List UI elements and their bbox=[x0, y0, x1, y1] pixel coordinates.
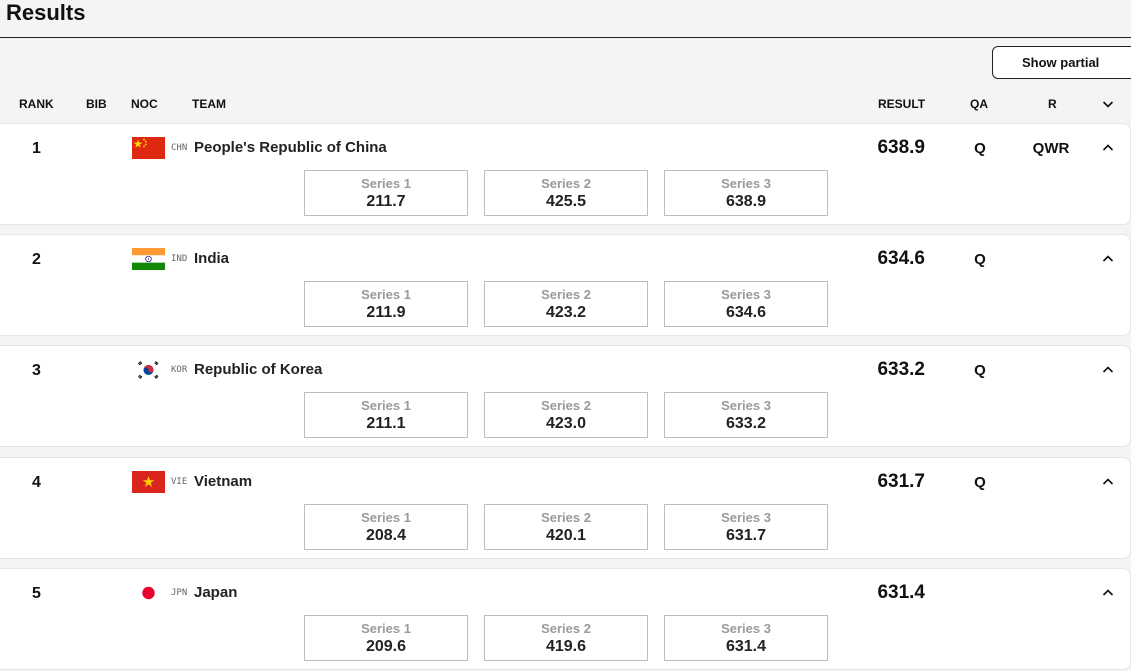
column-header-team[interactable]: TEAM bbox=[192, 97, 226, 111]
team-name[interactable]: Japan bbox=[194, 584, 237, 602]
series-value: 211.7 bbox=[366, 193, 406, 210]
team-name[interactable]: India bbox=[194, 250, 229, 268]
collapse-chevron-up-icon[interactable] bbox=[1100, 251, 1116, 267]
result-value: 633.2 bbox=[877, 359, 925, 380]
series-value: 631.4 bbox=[725, 638, 767, 655]
rank-value: 5 bbox=[32, 585, 41, 602]
series-label: Series 1 bbox=[361, 176, 411, 191]
series-1-box: Series 1 211.1 bbox=[304, 392, 468, 438]
series-label: Series 3 bbox=[721, 176, 771, 191]
qa-value: Q bbox=[974, 362, 986, 379]
noc-code: VIE bbox=[171, 477, 188, 487]
series-label: Series 1 bbox=[361, 621, 411, 636]
series-3-box: Series 3 634.6 bbox=[664, 281, 828, 327]
result-row-chn[interactable]: 1 CHN People's Republic of China 638.9 Q… bbox=[0, 123, 1131, 225]
column-header-noc[interactable]: NOC bbox=[131, 97, 158, 111]
series-value: 423.2 bbox=[545, 304, 587, 321]
series-2-box: Series 2 419.6 bbox=[484, 615, 648, 661]
column-header-result[interactable]: RESULT bbox=[878, 97, 925, 111]
series-label: Series 1 bbox=[361, 287, 411, 302]
result-row-kor[interactable]: 3 KOR Republic of Korea 633.2 Q Series 1… bbox=[0, 345, 1131, 447]
series-label: Series 3 bbox=[721, 510, 771, 525]
series-label: Series 2 bbox=[541, 398, 591, 413]
expand-all-chevron-down-icon[interactable] bbox=[1100, 96, 1116, 112]
series-3-box: Series 3 633.2 bbox=[664, 392, 828, 438]
series-value: 634.6 bbox=[725, 304, 767, 321]
series-3-box: Series 3 631.7 bbox=[664, 504, 828, 550]
flag-vie-icon bbox=[132, 471, 165, 493]
series-value: 420.1 bbox=[545, 527, 587, 544]
series-2-box: Series 2 423.2 bbox=[484, 281, 648, 327]
qa-value: Q bbox=[974, 474, 986, 491]
series-value: 208.4 bbox=[365, 527, 407, 544]
series-1-box: Series 1 211.9 bbox=[304, 281, 468, 327]
series-label: Series 2 bbox=[541, 287, 591, 302]
series-3-box: Series 3 638.9 bbox=[664, 170, 828, 216]
team-name[interactable]: Vietnam bbox=[194, 473, 252, 491]
rank-value: 1 bbox=[32, 140, 41, 157]
qa-value: Q bbox=[974, 140, 986, 157]
series-label: Series 3 bbox=[721, 398, 771, 413]
result-value: 638.9 bbox=[877, 137, 925, 158]
series-2-box: Series 2 425.5 bbox=[484, 170, 648, 216]
result-row-ind[interactable]: 2 IND India 634.6 Q Series 1 211.9 Serie… bbox=[0, 234, 1131, 336]
collapse-chevron-up-icon[interactable] bbox=[1100, 140, 1116, 156]
title-divider bbox=[0, 37, 1131, 38]
rank-value: 3 bbox=[32, 362, 41, 379]
series-label: Series 2 bbox=[541, 510, 591, 525]
series-label: Series 1 bbox=[361, 398, 411, 413]
series-value: 209.6 bbox=[365, 638, 407, 655]
series-value: 211.9 bbox=[366, 304, 406, 321]
flag-ind-icon bbox=[132, 248, 165, 270]
series-label: Series 3 bbox=[721, 287, 771, 302]
page-title: Results bbox=[6, 0, 86, 25]
series-1-box: Series 1 209.6 bbox=[304, 615, 468, 661]
result-row-jpn[interactable]: 5 JPN Japan 631.4 Series 1 209.6 Series … bbox=[0, 568, 1131, 670]
result-value: 631.4 bbox=[877, 582, 925, 603]
series-value: 631.7 bbox=[725, 527, 767, 544]
series-label: Series 2 bbox=[541, 176, 591, 191]
series-2-box: Series 2 423.0 bbox=[484, 392, 648, 438]
noc-code: KOR bbox=[171, 365, 188, 375]
series-value: 419.6 bbox=[545, 638, 587, 655]
series-value: 633.2 bbox=[725, 415, 767, 432]
record-value: QWR bbox=[1032, 140, 1070, 157]
series-value: 423.0 bbox=[545, 415, 587, 432]
noc-code: IND bbox=[171, 254, 188, 264]
column-header-qa[interactable]: QA bbox=[970, 97, 988, 111]
result-row-vie[interactable]: 4 VIE Vietnam 631.7 Q Series 1 208.4 Ser… bbox=[0, 457, 1131, 559]
rank-value: 4 bbox=[32, 474, 41, 491]
series-value: 211.1 bbox=[366, 415, 406, 432]
team-name[interactable]: People's Republic of China bbox=[194, 139, 387, 157]
series-value: 638.9 bbox=[725, 193, 767, 210]
noc-code: CHN bbox=[171, 143, 188, 153]
column-header-r[interactable]: R bbox=[1048, 97, 1057, 111]
team-name[interactable]: Republic of Korea bbox=[194, 361, 322, 379]
collapse-chevron-up-icon[interactable] bbox=[1100, 362, 1116, 378]
series-label: Series 3 bbox=[721, 621, 771, 636]
qa-value: Q bbox=[974, 251, 986, 268]
series-1-box: Series 1 211.7 bbox=[304, 170, 468, 216]
flag-chn-icon bbox=[132, 137, 165, 159]
series-1-box: Series 1 208.4 bbox=[304, 504, 468, 550]
result-value: 631.7 bbox=[877, 471, 925, 492]
series-3-box: Series 3 631.4 bbox=[664, 615, 828, 661]
rank-value: 2 bbox=[32, 251, 41, 268]
noc-code: JPN bbox=[171, 588, 188, 598]
series-2-box: Series 2 420.1 bbox=[484, 504, 648, 550]
flag-jpn-icon bbox=[132, 582, 165, 604]
collapse-chevron-up-icon[interactable] bbox=[1100, 585, 1116, 601]
series-value: 425.5 bbox=[545, 193, 587, 210]
flag-kor-icon bbox=[132, 359, 165, 381]
series-label: Series 1 bbox=[361, 510, 411, 525]
collapse-chevron-up-icon[interactable] bbox=[1100, 474, 1116, 490]
result-value: 634.6 bbox=[877, 248, 925, 269]
column-header-bib[interactable]: BIB bbox=[86, 97, 107, 111]
show-partial-button[interactable]: Show partial bbox=[992, 46, 1131, 79]
column-header-rank[interactable]: RANK bbox=[19, 97, 54, 111]
series-label: Series 2 bbox=[541, 621, 591, 636]
